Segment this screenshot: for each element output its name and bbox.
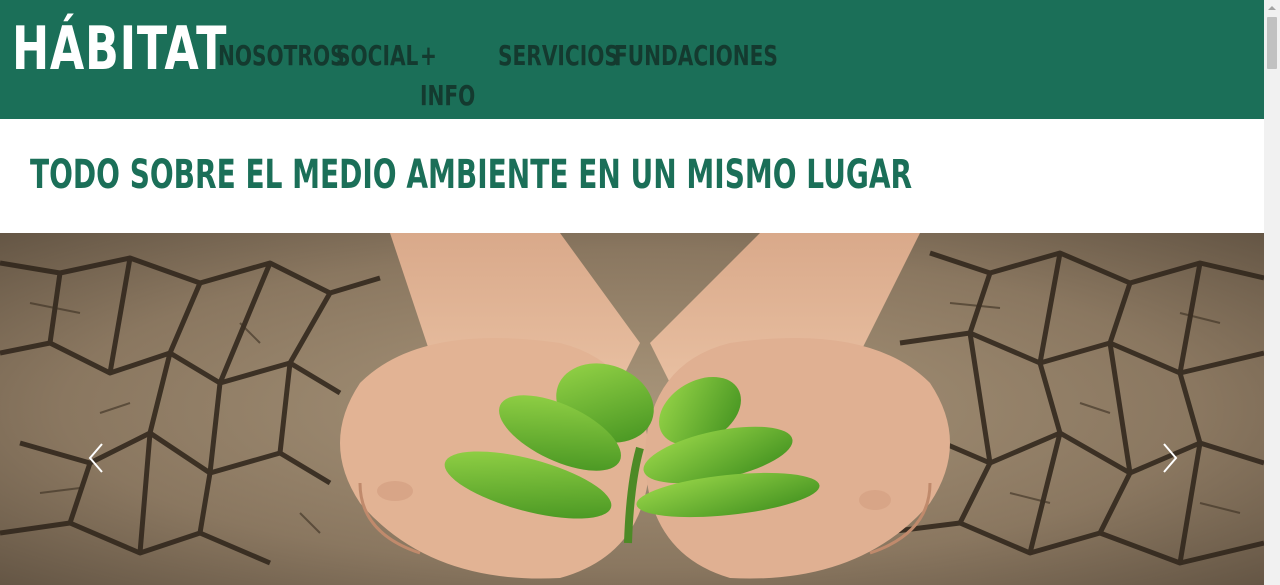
nav-item-social[interactable]: SOCIAL: [336, 36, 418, 76]
tagline-section: TODO SOBRE EL MEDIO AMBIENTE EN UN MISMO…: [0, 119, 1264, 233]
scroll-up-arrow-icon: [1268, 6, 1276, 10]
scrollbar-thumb[interactable]: [1267, 17, 1277, 69]
scroll-up-button[interactable]: [1264, 0, 1280, 16]
chevron-right-icon: [1163, 443, 1178, 473]
site-logo[interactable]: HÁBITAT: [12, 14, 227, 84]
nav-item-nosotros[interactable]: NOSOTROS: [218, 36, 345, 76]
chevron-left-icon: [88, 443, 103, 473]
page-scrollbar[interactable]: [1264, 0, 1280, 585]
page-tagline: TODO SOBRE EL MEDIO AMBIENTE EN UN MISMO…: [30, 152, 913, 198]
site-header: HÁBITAT NOSOTROS SOCIAL + INFO SERVICIOS…: [0, 0, 1264, 119]
main-nav: NOSOTROS SOCIAL + INFO SERVICIOS FUNDACI…: [218, 36, 778, 112]
carousel-prev-button[interactable]: [82, 438, 112, 478]
carousel-next-button[interactable]: [1154, 438, 1184, 478]
image-carousel[interactable]: [0, 233, 1264, 585]
nav-item-info[interactable]: + INFO: [420, 36, 476, 116]
nav-item-servicios[interactable]: SERVICIOS: [498, 36, 619, 76]
page: HÁBITAT NOSOTROS SOCIAL + INFO SERVICIOS…: [0, 0, 1264, 585]
carousel-slide-image: [0, 233, 1264, 585]
nav-item-fundaciones[interactable]: FUNDACIONES: [614, 36, 778, 76]
